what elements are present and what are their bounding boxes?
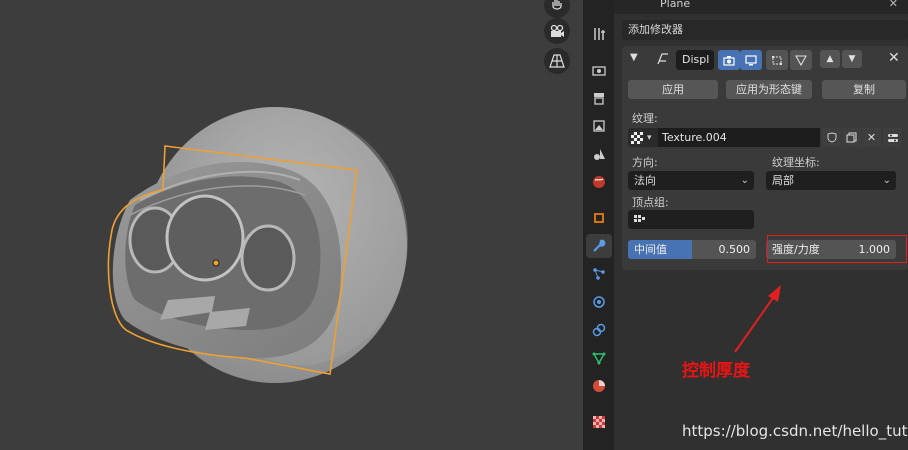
texcoords-dropdown[interactable]: 局部 ⌄ [766,171,896,190]
object-data-icon[interactable] [586,346,612,370]
modifier-header: ▼ Displ ▲ ▼ ✕ [622,46,908,74]
origin-point [212,259,220,267]
chevron-down-icon: ⌄ [740,175,749,186]
midlevel-slider[interactable]: 中间值 0.500 [628,240,756,259]
object-icon[interactable] [586,206,612,230]
collapse-arrow-icon[interactable]: ▼ [630,52,638,63]
oncage-toggle-icon[interactable] [790,50,812,70]
chevron-down-icon: ⌄ [882,175,891,186]
view-layer-icon[interactable] [586,114,612,138]
vertex-group-field[interactable] [628,210,754,229]
physics-icon[interactable] [586,290,612,314]
constraints-icon[interactable] [586,318,612,342]
perspective-grid-icon[interactable] [544,48,570,74]
direction-value: 法向 [634,174,656,187]
vertex-group-label: 顶点组: [632,196,669,209]
render-toggle-icon[interactable] [718,50,740,70]
midlevel-label: 中间值 [634,243,667,256]
apply-button[interactable]: 应用 [628,80,718,99]
hole-center [165,194,245,282]
unlink-icon[interactable]: ✕ [862,128,881,147]
texcoords-label: 纹理坐标: [772,156,820,169]
hole-right [240,224,296,292]
output-icon[interactable] [586,86,612,110]
texture-properties-icon[interactable] [883,128,902,147]
midlevel-value: 0.500 [718,243,751,256]
modifier-wrench-icon[interactable] [586,234,612,258]
tool-icon[interactable] [586,22,612,46]
object-name: Plane [660,0,691,10]
editmode-toggle-icon[interactable] [766,50,788,70]
close-icon[interactable]: ✕ [889,0,898,10]
highlight-box [767,235,907,263]
texture-selector: ▾ Texture.004 ✕ [628,128,904,147]
displace-modifier-icon [656,52,670,69]
texcoords-value: 局部 [772,174,794,187]
watermark-text: https://blog.csdn.net/hello_tute [682,422,908,440]
scene-icon[interactable] [586,142,612,166]
remove-modifier-icon[interactable]: ✕ [888,50,900,66]
particles-icon[interactable] [586,262,612,286]
add-modifier-dropdown[interactable]: 添加修改器 [622,20,908,40]
copy-button[interactable]: 复制 [822,80,906,99]
texture-label: 纹理: [632,112,658,125]
vertex-group-icon [634,213,646,226]
move-down-button[interactable]: ▼ [842,50,862,68]
duplicate-icon[interactable] [842,128,861,147]
properties-tabs [583,0,614,450]
texture-name-field[interactable]: Texture.004 [658,128,820,147]
modifier-panel: Plane ✕ 添加修改器 ▼ Displ ▲ ▼ ✕ 应用 应用为形态键 复制 [614,0,908,450]
3d-viewport[interactable] [0,0,583,450]
world-icon[interactable] [586,170,612,194]
properties-editor: Plane ✕ 添加修改器 ▼ Displ ▲ ▼ ✕ 应用 应用为形态键 复制 [583,0,908,450]
render-icon[interactable] [586,58,612,82]
panel-header: Plane ✕ [614,0,908,14]
mesh-scene[interactable] [0,0,583,450]
modifier-name-field[interactable]: Displ [676,50,714,70]
texture-icon[interactable] [586,410,612,434]
fake-user-shield-icon[interactable] [822,128,841,147]
chevron-down-icon: ▾ [647,132,652,143]
camera-view-icon[interactable] [544,18,570,44]
viewport-toggle-icon[interactable] [740,50,762,70]
move-up-button[interactable]: ▲ [820,50,840,68]
apply-as-shapekey-button[interactable]: 应用为形态键 [726,80,812,99]
annotation-text: 控制厚度 [682,361,750,381]
texture-preview-icon[interactable]: ▾ [628,128,658,147]
material-icon[interactable] [586,374,612,398]
direction-label: 方向: [632,156,658,169]
direction-dropdown[interactable]: 法向 ⌄ [628,171,754,190]
